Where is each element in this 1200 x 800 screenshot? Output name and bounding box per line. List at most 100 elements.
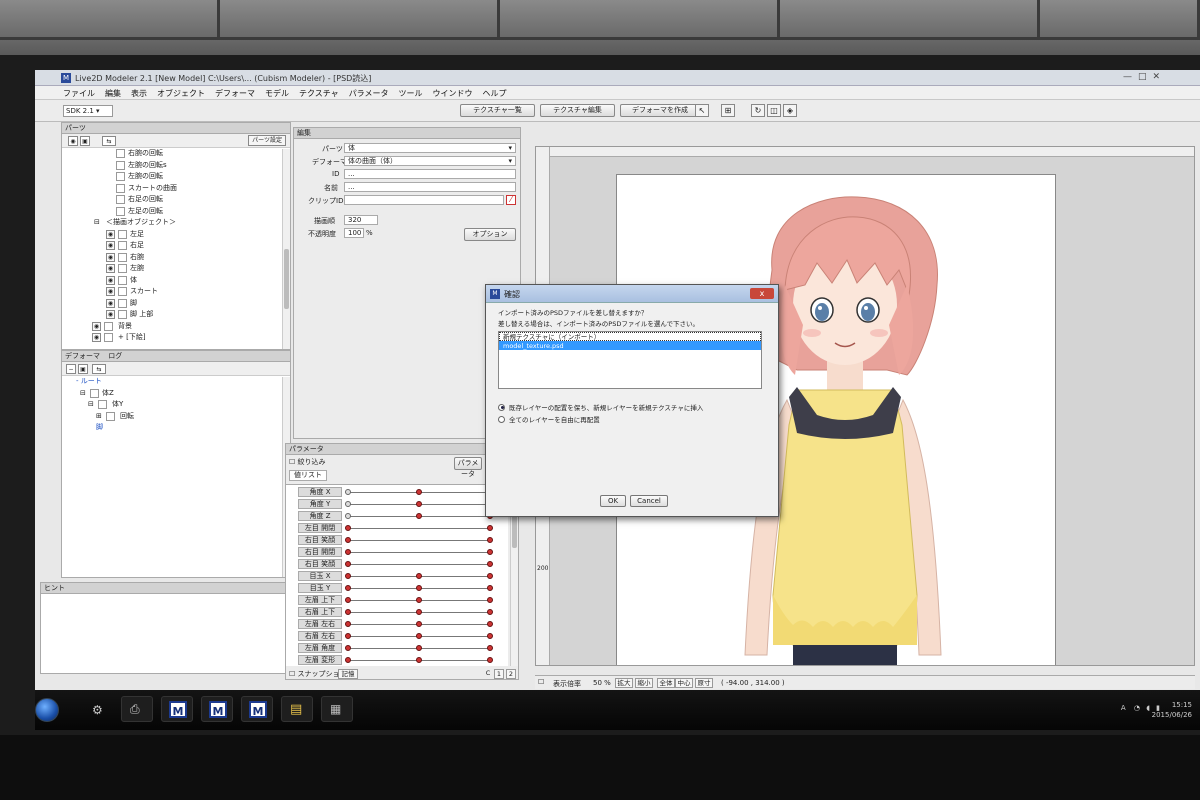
close-button[interactable]: ✕ — [1152, 72, 1160, 82]
keyframe-marker[interactable] — [345, 621, 351, 627]
parts-settings-button[interactable]: パーツ設定 — [248, 135, 286, 146]
keyframe-marker[interactable] — [345, 585, 351, 591]
dialog-close-button[interactable]: x — [750, 288, 774, 299]
keyframe-marker[interactable] — [416, 597, 422, 603]
id-field[interactable]: ... — [344, 169, 516, 179]
parameter-slider-track[interactable] — [348, 540, 490, 541]
parameter-row[interactable]: 左目 開閉 — [286, 523, 508, 534]
keyframe-marker[interactable] — [345, 513, 351, 519]
record-button[interactable]: 記憶 — [338, 669, 358, 679]
keyframe-marker[interactable] — [487, 621, 493, 627]
texture-list-button[interactable]: テクスチャ一覧 — [460, 104, 535, 117]
tree-item[interactable]: ◉ スカート — [62, 286, 290, 298]
tree-item[interactable]: 左足の回転 — [62, 206, 290, 218]
radio-keep-layout[interactable]: 既存レイヤーの配置を保ち、新規レイヤーを新規テクスチャに挿入 — [498, 402, 703, 412]
parameter-row[interactable]: 角度 Z — [286, 511, 508, 522]
parts-scrollbar[interactable] — [282, 149, 290, 349]
menu-parameter[interactable]: パラメータ — [349, 88, 389, 99]
tree-item[interactable]: 左腕の回転s — [62, 160, 290, 172]
zoom-out-button[interactable]: 縮小 — [635, 678, 653, 688]
taskbar-tools[interactable]: ⚙ — [83, 696, 115, 722]
keyframe-marker[interactable] — [345, 549, 351, 555]
keyframe-marker[interactable] — [487, 633, 493, 639]
keyframe-marker[interactable] — [487, 585, 493, 591]
keyframe-marker[interactable] — [416, 657, 422, 663]
minimize-button[interactable]: — — [1123, 72, 1132, 82]
keyframe-marker[interactable] — [416, 489, 422, 495]
keyframe-marker[interactable] — [345, 597, 351, 603]
keyframe-marker[interactable] — [416, 585, 422, 591]
two-button[interactable]: 2 — [506, 669, 516, 679]
lock-icon[interactable]: ▣ — [78, 364, 88, 374]
tree-item[interactable]: ◉ 背景 — [62, 321, 290, 333]
parameter-row[interactable]: 目玉 Y — [286, 583, 508, 594]
menu-view[interactable]: 表示 — [131, 88, 147, 99]
keyframe-marker[interactable] — [416, 501, 422, 507]
keyframe-marker[interactable] — [345, 501, 351, 507]
c-button[interactable]: C — [484, 669, 492, 679]
keyframe-marker[interactable] — [487, 609, 493, 615]
parameter-row[interactable]: 右眉 上下 — [286, 607, 508, 618]
keyframe-marker[interactable] — [416, 513, 422, 519]
keyframe-marker[interactable] — [345, 561, 351, 567]
texture-edit-button[interactable]: テクスチャ編集 — [540, 104, 615, 117]
volume-icon[interactable]: ◖ — [1146, 704, 1150, 712]
menu-object[interactable]: オブジェクト — [157, 88, 205, 99]
keyframe-marker[interactable] — [345, 645, 351, 651]
list-item[interactable]: 新規テクスチャに（インポート） — [499, 332, 761, 341]
draw-order-field[interactable]: 320 — [344, 215, 378, 225]
tree-item[interactable]: ⊞ 回転 — [62, 411, 290, 423]
tab-deformer[interactable]: デフォーマ — [65, 352, 100, 360]
parameter-slider-track[interactable] — [348, 564, 490, 565]
parameter-button[interactable]: パラメータ — [454, 457, 482, 478]
warp-tool-icon[interactable]: ◫ — [767, 104, 781, 117]
taskbar-clock[interactable]: 15:15 2015/06/26 — [1152, 700, 1192, 720]
network-icon[interactable]: ◔ — [1134, 704, 1140, 712]
eye-icon[interactable]: ◉ — [68, 136, 78, 146]
lock-icon[interactable]: ▣ — [80, 136, 90, 146]
keyframe-marker[interactable] — [345, 525, 351, 531]
keyframe-marker[interactable] — [487, 549, 493, 555]
tree-item[interactable]: 右腕の回転 — [62, 148, 290, 160]
keyframe-marker[interactable] — [345, 657, 351, 663]
parameter-row[interactable]: 右目 笑顔 — [286, 559, 508, 570]
keyframe-marker[interactable] — [345, 573, 351, 579]
tree-item[interactable]: 脚 — [62, 422, 290, 434]
tree-item[interactable]: - ルート — [62, 376, 290, 388]
keyframe-marker[interactable] — [416, 621, 422, 627]
tree-item[interactable]: ⊟ 体Y — [62, 399, 290, 411]
taskbar-modeler-2[interactable]: M — [201, 696, 233, 722]
parameter-row[interactable]: 右眉 左右 — [286, 631, 508, 642]
parameter-row[interactable]: 左眉 左右 — [286, 619, 508, 630]
parameter-row[interactable]: 目玉 X — [286, 571, 508, 582]
narrow-checkbox[interactable]: ☐ 絞り込み — [289, 457, 326, 467]
clear-clip-icon[interactable]: ⁄ — [506, 195, 516, 205]
menu-deformer[interactable]: デフォーマ — [215, 88, 255, 99]
radio-unselected-icon[interactable] — [498, 415, 505, 423]
keyframe-marker[interactable] — [416, 609, 422, 615]
menu-help[interactable]: ヘルプ — [482, 88, 506, 99]
one-button[interactable]: 1 — [494, 669, 504, 679]
maximize-button[interactable]: □ — [1138, 72, 1147, 82]
parameter-row[interactable]: 角度 X — [286, 487, 508, 498]
taskbar-modeler-1[interactable]: M — [161, 696, 193, 722]
radio-rearrange[interactable]: 全てのレイヤーを自由に再配置 — [498, 414, 600, 424]
tree-item[interactable]: ◉ + [下絵] — [62, 332, 290, 344]
name-field[interactable]: ... — [344, 182, 516, 192]
collapse-icon[interactable]: ⇆ — [102, 136, 116, 146]
tree-item[interactable]: ⊟ 体Z — [62, 388, 290, 400]
tree-group[interactable]: ⊟ ＜描画オブジェクト＞ — [62, 217, 290, 229]
tree-item[interactable]: ◉ 脚 — [62, 298, 290, 310]
menu-model[interactable]: モデル — [265, 88, 289, 99]
keyframe-marker[interactable] — [345, 489, 351, 495]
tree-item[interactable]: ◉ 脚 上部 — [62, 309, 290, 321]
keyframe-marker[interactable] — [487, 561, 493, 567]
option-button[interactable]: オプション — [464, 228, 516, 241]
parameter-row[interactable]: 右目 開閉 — [286, 547, 508, 558]
parameter-row[interactable]: 左眉 変形 — [286, 655, 508, 666]
menu-window[interactable]: ウインドウ — [432, 88, 472, 99]
keyframe-marker[interactable] — [487, 525, 493, 531]
tree-item[interactable]: 左腕の回転 — [62, 171, 290, 183]
ok-button[interactable]: OK — [600, 495, 626, 507]
tree-item[interactable]: ◉ 体 — [62, 275, 290, 287]
